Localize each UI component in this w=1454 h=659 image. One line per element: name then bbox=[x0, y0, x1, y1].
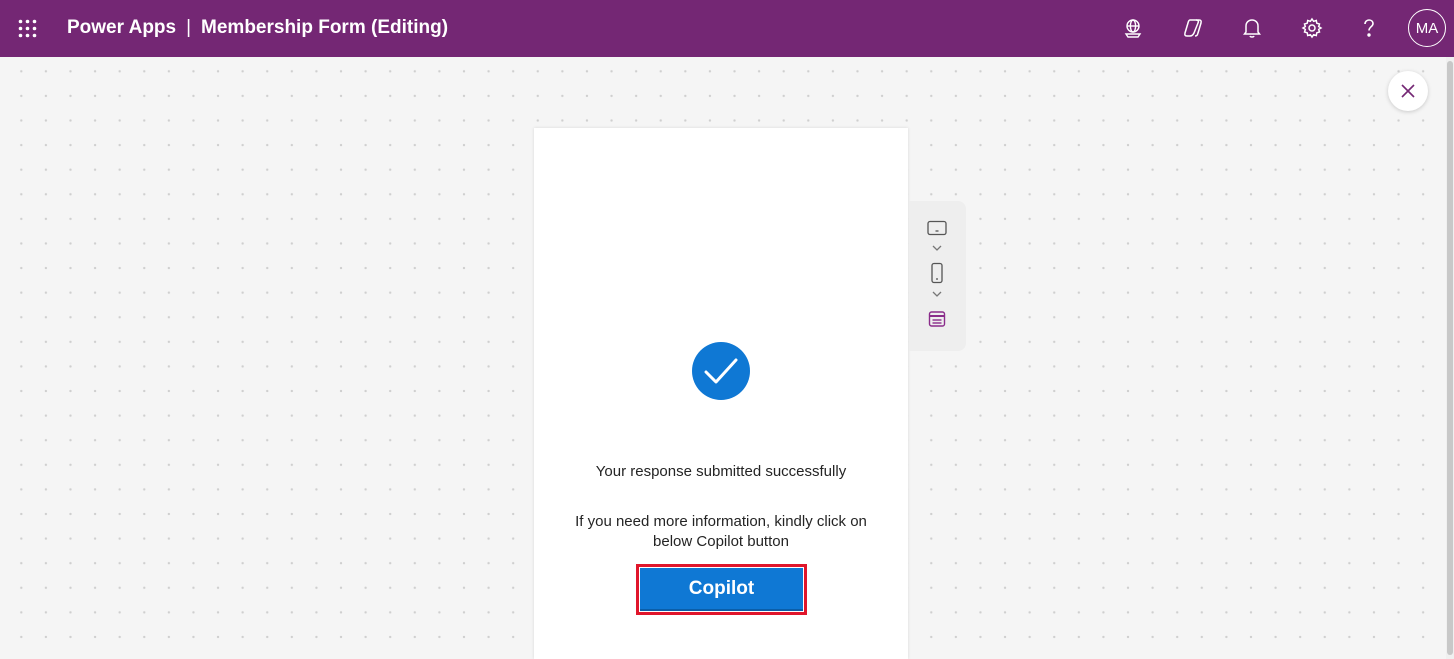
notifications-icon[interactable] bbox=[1240, 16, 1264, 40]
avatar[interactable]: MA bbox=[1408, 9, 1446, 47]
copilot-icon[interactable] bbox=[1181, 16, 1205, 40]
close-button[interactable] bbox=[1388, 71, 1428, 111]
settings-icon[interactable] bbox=[1300, 16, 1324, 40]
waffle-icon[interactable] bbox=[18, 19, 37, 38]
checkmark-circle-icon bbox=[692, 342, 750, 400]
form-preview-card: Your response submitted successfully If … bbox=[534, 128, 908, 659]
chevron-down-icon[interactable] bbox=[931, 244, 943, 252]
top-bar: Power Apps | Membership Form (Editing) M… bbox=[0, 0, 1454, 57]
vertical-scrollbar[interactable] bbox=[1446, 57, 1454, 659]
tablet-icon[interactable] bbox=[926, 217, 948, 239]
scrollbar-thumb[interactable] bbox=[1447, 61, 1453, 655]
form-title: Membership Form (Editing) bbox=[201, 17, 449, 38]
web-icon[interactable] bbox=[926, 308, 948, 330]
info-message: If you need more information, kindly cli… bbox=[575, 513, 867, 550]
device-toolbar bbox=[909, 201, 966, 351]
chevron-down-icon[interactable] bbox=[931, 290, 943, 298]
close-icon bbox=[1401, 84, 1415, 98]
environment-icon[interactable] bbox=[1121, 16, 1145, 40]
app-title: Power Apps | Membership Form (Editing) bbox=[67, 17, 448, 39]
help-icon[interactable] bbox=[1357, 16, 1381, 40]
copilot-button[interactable]: Copilot bbox=[640, 568, 803, 611]
success-message: Your response submitted successfully bbox=[595, 463, 847, 480]
app-name[interactable]: Power Apps bbox=[67, 17, 176, 38]
title-separator: | bbox=[186, 17, 192, 38]
avatar-initials: MA bbox=[1415, 19, 1439, 37]
phone-icon[interactable] bbox=[926, 262, 948, 284]
